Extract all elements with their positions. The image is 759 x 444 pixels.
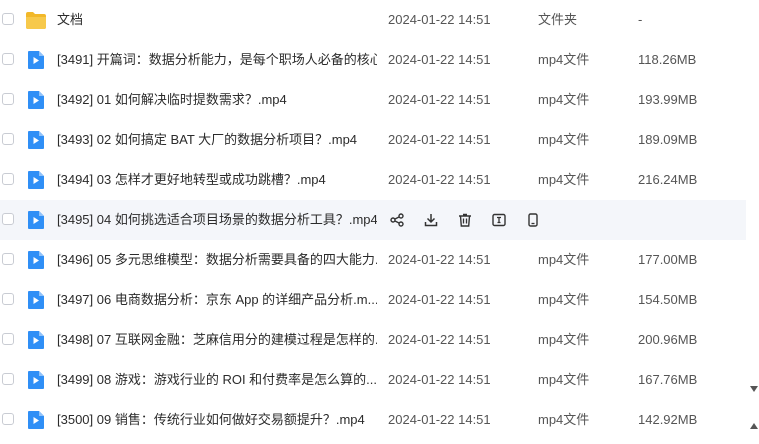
file-name[interactable]: [3497] 06 电商数据分析：京东 App 的详细产品分析.m... [57,280,377,320]
file-row[interactable]: [3498] 07 互联网金融：芝麻信用分的建模过程是怎样的... 2024-01… [0,320,746,360]
file-date: 2024-01-22 14:51 [388,332,491,347]
rename-icon[interactable] [489,210,509,230]
row-checkbox[interactable] [2,213,14,225]
download-icon[interactable] [421,210,441,230]
file-row[interactable]: [3496] 05 多元思维模型：数据分析需要具备的四大能力... 2024-01… [0,240,746,280]
file-name[interactable]: [3491] 开篇词：数据分析能力，是每个职场人必备的核心... [57,40,377,80]
file-name[interactable]: [3496] 05 多元思维模型：数据分析需要具备的四大能力... [57,240,377,280]
file-size: 189.09MB [638,132,698,147]
file-name[interactable]: [3493] 02 如何搞定 BAT 大厂的数据分析项目？.mp4 [57,120,377,160]
scroll-up-arrow[interactable] [750,423,758,429]
file-row[interactable]: [3500] 09 销售：传统行业如何做好交易额提升？.mp4 2024-01-2… [0,400,746,440]
row-checkbox[interactable] [2,333,14,345]
row-checkbox[interactable] [2,133,14,145]
file-size: 154.50MB [638,292,698,307]
file-size: 142.92MB [638,412,698,427]
file-type: mp4文件 [538,92,590,107]
file-date: 2024-01-22 14:51 [388,292,491,307]
scroll-down-arrow[interactable] [750,386,758,392]
file-name[interactable]: [3499] 08 游戏：游戏行业的 ROI 和付费率是怎么算的... [57,360,377,400]
video-file-icon [25,370,47,390]
file-row[interactable]: [3499] 08 游戏：游戏行业的 ROI 和付费率是怎么算的... 2024-… [0,360,746,400]
row-checkbox[interactable] [2,413,14,425]
folder-icon [25,10,47,30]
folder-row[interactable]: 文档 2024-01-22 14:51 文件夹 - [0,0,746,40]
file-type: mp4文件 [538,412,590,427]
row-checkbox[interactable] [2,373,14,385]
file-row[interactable]: [3494] 03 怎样才更好地转型或成功跳槽？.mp4 2024-01-22 1… [0,160,746,200]
video-file-icon [25,410,47,430]
file-row[interactable]: [3493] 02 如何搞定 BAT 大厂的数据分析项目？.mp4 2024-01… [0,120,746,160]
row-checkbox[interactable] [2,93,14,105]
file-type: mp4文件 [538,52,590,67]
row-checkbox[interactable] [2,53,14,65]
file-size: 216.24MB [638,172,698,187]
file-type: mp4文件 [538,132,590,147]
mobile-icon[interactable] [523,210,543,230]
file-size: 193.99MB [638,92,698,107]
file-date: 2024-01-22 14:51 [388,252,491,267]
scrollbar[interactable] [749,0,759,444]
video-file-icon [25,130,47,150]
row-checkbox[interactable] [2,13,14,25]
file-name[interactable]: 文档 [57,0,377,40]
share-icon[interactable] [387,210,407,230]
row-checkbox[interactable] [2,253,14,265]
file-size: 200.96MB [638,332,698,347]
file-row[interactable]: [3491] 开篇词：数据分析能力，是每个职场人必备的核心... 2024-01-… [0,40,746,80]
file-type: mp4文件 [538,372,590,387]
video-file-icon [25,290,47,310]
file-name[interactable]: [3498] 07 互联网金融：芝麻信用分的建模过程是怎样的... [57,320,377,360]
file-type: mp4文件 [538,292,590,307]
file-row[interactable]: [3492] 01 如何解决临时提数需求？.mp4 2024-01-22 14:5… [0,80,746,120]
row-actions [387,210,557,230]
file-type: mp4文件 [538,172,590,187]
video-file-icon [25,250,47,270]
video-file-icon [25,50,47,70]
file-type: mp4文件 [538,332,590,347]
video-file-icon [25,170,47,190]
file-size: 118.26MB [638,52,697,67]
file-date: 2024-01-22 14:51 [388,92,491,107]
row-checkbox[interactable] [2,293,14,305]
file-date: 2024-01-22 14:51 [388,172,491,187]
file-date: 2024-01-22 14:51 [388,412,491,427]
delete-icon[interactable] [455,210,475,230]
video-file-icon [25,90,47,110]
file-name[interactable]: [3492] 01 如何解决临时提数需求？.mp4 [57,80,377,120]
file-name[interactable]: [3495] 04 如何挑选适合项目场景的数据分析工具？.mp4 [57,200,377,240]
row-checkbox[interactable] [2,173,14,185]
file-date: 2024-01-22 14:51 [388,372,491,387]
file-name[interactable]: [3500] 09 销售：传统行业如何做好交易额提升？.mp4 [57,400,377,440]
file-size: - [638,12,643,27]
file-date: 2024-01-22 14:51 [388,132,491,147]
file-type: 文件夹 [538,12,578,27]
file-row[interactable]: [3495] 04 如何挑选适合项目场景的数据分析工具？.mp4 [0,200,746,240]
file-date: 2024-01-22 14:51 [388,12,491,27]
file-size: 167.76MB [638,372,698,387]
file-row[interactable]: [3497] 06 电商数据分析：京东 App 的详细产品分析.m... 2024… [0,280,746,320]
video-file-icon [25,330,47,350]
file-type: mp4文件 [538,252,590,267]
file-date: 2024-01-22 14:51 [388,52,491,67]
file-size: 177.00MB [638,252,698,267]
video-file-icon [25,210,47,230]
file-name[interactable]: [3494] 03 怎样才更好地转型或成功跳槽？.mp4 [57,160,377,200]
